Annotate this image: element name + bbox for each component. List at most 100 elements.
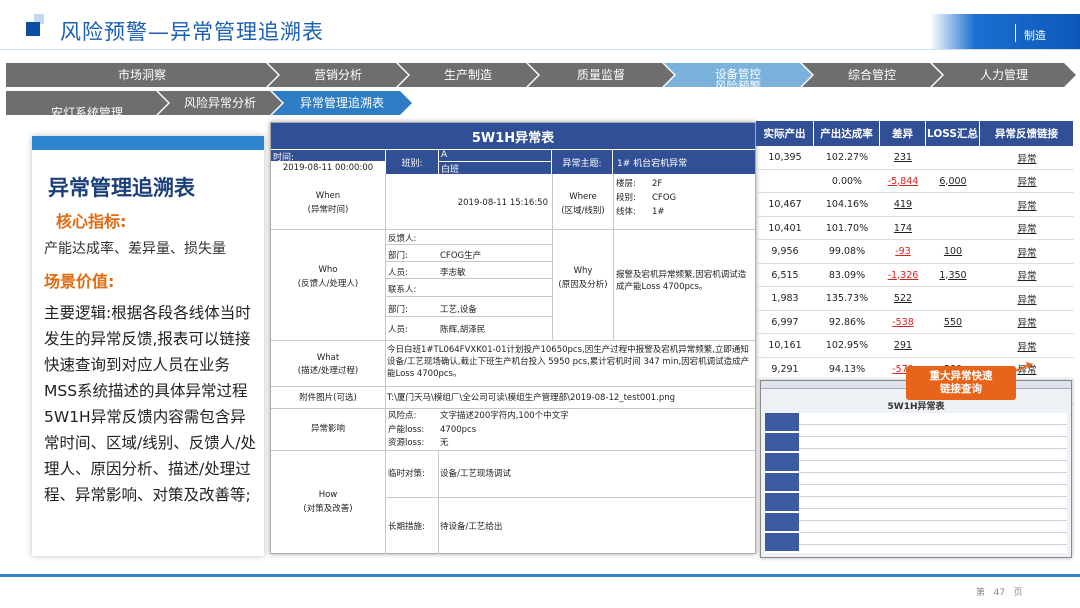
nav-andon[interactable]: 安灯系统管理 [6,91,168,115]
nav-trace-table[interactable]: 异常管理追溯表 [272,91,412,115]
table-cell: 100 [943,246,963,257]
attach-value[interactable]: T:\厦门天马\模组厂\全公司可读\模组生产管理部\2019-08-12_tes… [387,392,753,404]
table-header: 差异 [880,121,926,146]
resource-value: 无 [440,438,449,448]
nav-comprehensive[interactable]: 综合管控 [802,63,942,87]
table-row: 6,515 83.09% -1,326 1,350 异常 [756,264,1074,287]
section-field-value: CFOG [652,193,677,203]
inset-label-column [765,413,799,553]
dept2-value: 工艺,设备 [440,305,477,315]
table-header: 异常反馈链接 [980,121,1074,146]
time-value: 2019-08-11 00:00:00 [271,162,385,174]
long-label: 长期措施: [388,522,425,532]
dept2-label: 部门: [388,305,408,315]
header-logo-square [26,22,40,36]
card-body: 主要逻辑:根据各段各线体当时发生的异常反馈,报表可以链接快速查询到对应人员在业务… [44,304,256,504]
nav-hr[interactable]: 人力管理 [932,63,1076,87]
topic-value: 1# 机台宕机异常 [613,150,755,174]
anomaly-link[interactable]: 异常 [980,334,1074,357]
how-label: How [318,490,338,500]
divider [386,244,552,245]
table-cell: 10,395 [768,152,802,163]
table-cell: 291 [893,340,913,351]
table-cell: 6,515 [771,269,799,281]
footer-line [0,574,1080,577]
shift-code: A [439,150,551,161]
anomaly-link[interactable]: 异常 [980,240,1074,263]
nav-market-insight[interactable]: 市场洞察 [6,63,278,87]
impact-label: 异常影响 [310,424,345,434]
divider [386,278,552,279]
table-cell: 135.73% [825,293,869,304]
table-cell: 10,161 [768,340,802,351]
table-cell [926,217,980,240]
nav-risk-analysis[interactable]: 风险异常分析 [158,91,282,115]
risk-label: 风险点: [388,411,417,421]
anomaly-link[interactable]: 异常 [980,311,1074,334]
table-cell: 419 [893,199,913,210]
shift-name: 白班 [439,162,551,175]
info-card-title: 异常管理追溯表 [48,176,195,200]
table-cell: 550 [943,316,963,328]
table-cell: 9,291 [771,363,799,375]
table-cell: 99.08% [828,246,866,257]
where-label: Where [569,192,597,202]
anomaly-link[interactable]: 异常 [980,146,1074,169]
divider [386,261,552,262]
table-cell: -1,326 [887,269,919,281]
table-row: 9,956 99.08% -93 100 异常 [756,240,1074,264]
table-cell [926,193,980,216]
nav-production[interactable]: 生产制造 [398,63,538,87]
table-cell: 1,983 [771,293,799,304]
nav-quality[interactable]: 质量监督 [528,63,674,87]
anomaly-link[interactable]: 异常 [980,193,1074,216]
divider [271,386,755,387]
why-value: 报警及宕机异常频繁,因宕机调试造成产能Loss 4700pcs。 [616,270,747,292]
table-cell: 94.13% [828,363,866,375]
info-card-top-bar [32,136,264,150]
mss-screenshot: 5W1H异常表 [760,380,1072,558]
table-cell: 83.09% [828,269,866,281]
table-cell: 522 [893,293,913,304]
shift-label: 班别: [386,150,438,174]
output-table: 实际产出 产出达成率 差异 LOSS汇总 异常反馈链接 10,395 102.27% 231 异… [756,121,1074,405]
divider [271,408,755,409]
section-label: 制造 [1024,29,1046,42]
table-cell: 6,997 [771,316,799,328]
table-cell: 1,350 [939,269,967,281]
line-value: 1# [652,207,665,217]
table-header: 实际产出 [756,121,814,146]
table-row: 10,395 102.27% 231 异常 [756,146,1074,170]
floor-value: 2F [652,179,663,189]
temp-label: 临时对策: [388,469,425,479]
nav-equipment-risk[interactable]: 设备管控 风险预警 [664,63,812,87]
section-bar [930,14,1080,50]
scene-label: 场景价值: [44,272,115,291]
table-header: LOSS汇总 [926,121,980,146]
anomaly-link[interactable]: 异常 [980,264,1074,287]
table-cell: 174 [893,222,913,234]
person2-label: 人员: [388,325,408,335]
divider [438,450,439,554]
anomaly-link[interactable]: 异常 [980,287,1074,310]
loss-label: 产能loss: [388,425,425,435]
inset-form-body [765,413,1067,553]
anomaly-link[interactable]: 异常 [980,217,1074,240]
anomaly-link[interactable]: 异常 [980,170,1074,193]
nav-equipment-label: 设备管控 风险预警 [715,67,761,93]
attach-label: 附件图片(可选) [299,393,357,403]
form-title: 5W1H异常表 [271,123,755,149]
who-sub: (反馈人/处理人) [297,279,359,289]
nav-marketing[interactable]: 营销分析 [268,63,408,87]
table-cell: -5,844 [887,175,919,187]
time-label: 时间: [271,150,385,163]
how-sub: (对策及改善) [303,504,353,514]
who-label: Who [318,265,338,275]
resource-label: 资源loss: [388,438,425,448]
table-cell: 0.00% [831,175,863,187]
inset-title: 5W1H异常表 [887,402,945,412]
table-row: 10,467 104.16% 419 异常 [756,193,1074,217]
where-sub: (区域/线别) [561,206,605,216]
callout-quick-link: 重大异常快速 链接查询 [906,366,1016,400]
table-cell: 6,000 [939,175,967,187]
